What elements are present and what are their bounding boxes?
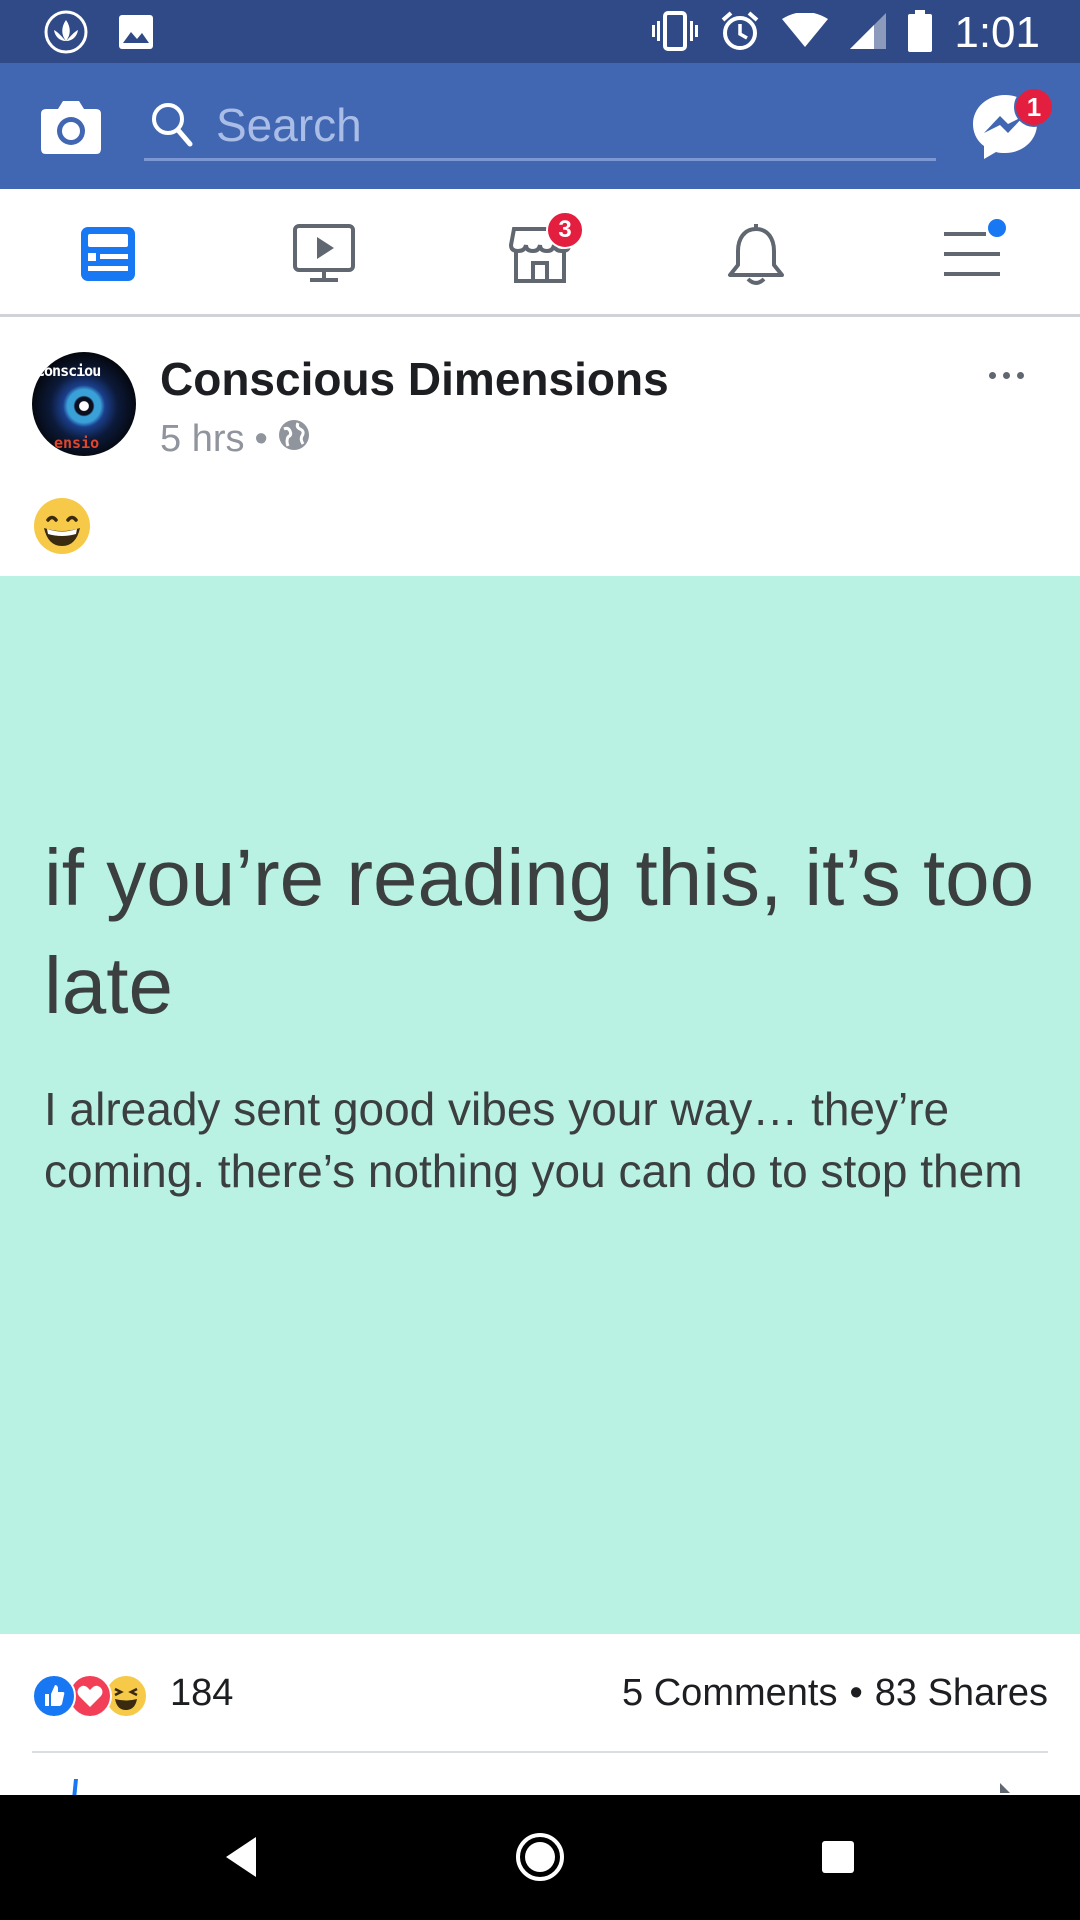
post-image[interactable]: if you’re reading this, it’s too late I …	[0, 576, 1080, 1634]
grinning-face-icon	[32, 496, 92, 556]
search-icon	[150, 101, 194, 149]
search-input[interactable]	[216, 97, 916, 153]
image-icon	[118, 14, 154, 55]
back-button[interactable]	[212, 1827, 272, 1887]
home-icon	[516, 1833, 564, 1881]
comments-count[interactable]: 5 Comments	[622, 1672, 837, 1715]
status-time: 1:01	[954, 8, 1040, 57]
news-feed-icon	[81, 227, 135, 281]
post-meta: 5 hrs •	[160, 418, 310, 461]
alarm-icon	[720, 10, 760, 56]
page-name[interactable]: Conscious Dimensions	[160, 352, 669, 406]
post-actions-row	[0, 1753, 1080, 1795]
reaction-count[interactable]: 184	[170, 1672, 233, 1715]
globe-icon	[278, 418, 310, 461]
tab-bar: 3	[0, 189, 1080, 317]
avatar-text-bottom: ensio	[54, 434, 100, 452]
camera-icon	[41, 101, 101, 154]
wifi-icon	[782, 11, 829, 54]
bell-icon	[728, 224, 784, 285]
messenger-badge: 1	[1014, 87, 1054, 127]
menu-notification-dot	[988, 219, 1006, 237]
stats-separator: •	[849, 1672, 863, 1714]
reaction-icons[interactable]	[32, 1674, 162, 1718]
back-icon	[226, 1837, 256, 1877]
vibrate-icon	[652, 10, 699, 56]
engagement-stats: 5 Comments • 83 Shares	[622, 1672, 1048, 1715]
marketplace-badge: 3	[546, 211, 584, 249]
search-bar[interactable]	[144, 91, 936, 161]
recents-button[interactable]	[808, 1827, 868, 1887]
signal-icon	[850, 12, 887, 54]
shares-count[interactable]: 83 Shares	[875, 1672, 1048, 1715]
post-header: Consciou ensio Conscious Dimensions 5 hr…	[0, 320, 1080, 576]
lotus-icon	[44, 10, 88, 59]
meta-separator: •	[254, 418, 268, 460]
battery-icon	[908, 9, 933, 57]
top-header: 1	[0, 63, 1080, 189]
tab-news-feed[interactable]	[68, 219, 148, 289]
like-reaction-icon	[32, 1674, 76, 1718]
reactions-row: 184 5 Comments • 83 Shares	[0, 1634, 1080, 1752]
tab-watch[interactable]	[284, 219, 364, 289]
share-action-icon[interactable]	[996, 1781, 1020, 1795]
like-action-icon[interactable]	[66, 1779, 90, 1795]
camera-button[interactable]	[40, 99, 102, 155]
recents-icon	[822, 1841, 854, 1873]
page-avatar[interactable]: Consciou ensio	[32, 352, 136, 456]
avatar-text-top: Consciou	[36, 362, 101, 380]
home-button[interactable]	[510, 1827, 570, 1887]
more-options-button[interactable]	[976, 360, 1036, 390]
tab-notifications[interactable]	[716, 219, 796, 289]
image-headline: if you’re reading this, it’s too late	[44, 833, 1035, 1030]
watch-icon	[293, 224, 355, 282]
system-nav-bar	[0, 1795, 1080, 1920]
image-body-text: I already sent good vibes your way… they…	[44, 1083, 1023, 1197]
status-bar: 1:01	[0, 0, 1080, 63]
post-time[interactable]: 5 hrs	[160, 418, 244, 461]
